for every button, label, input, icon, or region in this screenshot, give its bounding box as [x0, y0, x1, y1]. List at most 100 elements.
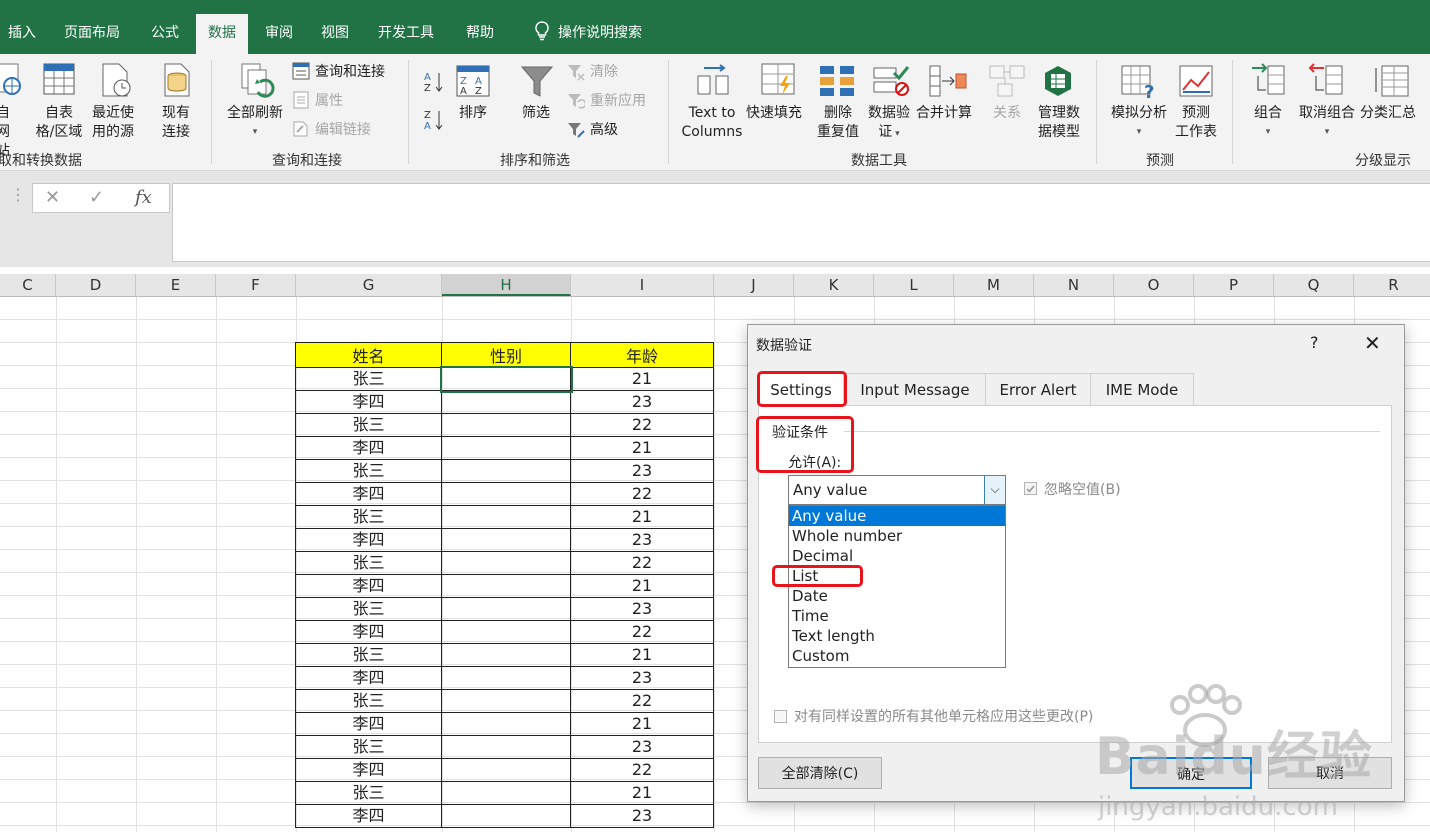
- column-header-m[interactable]: M: [954, 274, 1034, 296]
- properties-button[interactable]: 属性: [315, 91, 343, 111]
- edit-links-button[interactable]: 编辑链接: [315, 120, 371, 140]
- age-cell[interactable]: 22: [570, 620, 714, 644]
- column-header-d[interactable]: D: [56, 274, 136, 296]
- gender-cell[interactable]: [441, 643, 571, 667]
- gender-cell[interactable]: [441, 436, 571, 460]
- column-header-q[interactable]: Q: [1274, 274, 1354, 296]
- name-cell[interactable]: 张三: [295, 597, 442, 621]
- name-cell[interactable]: 李四: [295, 804, 442, 828]
- gender-cell[interactable]: [441, 666, 571, 690]
- age-cell[interactable]: 23: [570, 666, 714, 690]
- clear-button[interactable]: 清除: [590, 62, 618, 82]
- gender-cell[interactable]: [441, 390, 571, 414]
- allow-select[interactable]: Any value ⌵: [788, 475, 1006, 505]
- enter-icon[interactable]: ✓: [89, 187, 104, 208]
- name-cell[interactable]: 李四: [295, 574, 442, 598]
- name-cell[interactable]: 李四: [295, 528, 442, 552]
- close-icon[interactable]: ✕: [1364, 331, 1381, 355]
- name-cell[interactable]: 李四: [295, 758, 442, 782]
- age-cell[interactable]: 22: [570, 758, 714, 782]
- tab-page-layout[interactable]: 页面布局: [52, 14, 132, 54]
- name-cell[interactable]: 张三: [295, 735, 442, 759]
- gender-cell[interactable]: [441, 505, 571, 529]
- tab-ime-mode[interactable]: IME Mode: [1090, 373, 1194, 406]
- name-cell[interactable]: 张三: [295, 505, 442, 529]
- reapply-button[interactable]: 重新应用: [590, 91, 646, 111]
- age-cell[interactable]: 23: [570, 390, 714, 414]
- tab-review[interactable]: 审阅: [253, 14, 305, 54]
- tab-formulas[interactable]: 公式: [139, 14, 191, 54]
- gender-cell[interactable]: [441, 758, 571, 782]
- advanced-button[interactable]: 高级: [590, 120, 618, 140]
- tab-view[interactable]: 视图: [309, 14, 361, 54]
- column-header-f[interactable]: F: [216, 274, 296, 296]
- gender-cell[interactable]: [441, 781, 571, 805]
- refresh-all-button[interactable]: 全部刷新 ▾: [222, 104, 288, 142]
- column-header-i[interactable]: I: [571, 274, 714, 296]
- age-cell[interactable]: 21: [570, 643, 714, 667]
- name-cell[interactable]: 李四: [295, 390, 442, 414]
- age-cell[interactable]: 23: [570, 735, 714, 759]
- name-cell[interactable]: 张三: [295, 689, 442, 713]
- column-header-n[interactable]: N: [1034, 274, 1114, 296]
- ignore-blank-checkbox[interactable]: [1024, 482, 1037, 495]
- header-name[interactable]: 姓名: [295, 342, 442, 368]
- age-cell[interactable]: 21: [570, 436, 714, 460]
- data-validation-button[interactable]: 数据验证 ▾: [864, 104, 914, 144]
- column-header-r[interactable]: R: [1354, 274, 1430, 296]
- gender-cell[interactable]: [441, 620, 571, 644]
- column-header-h[interactable]: H: [442, 274, 571, 296]
- insert-function-icon[interactable]: fx: [135, 187, 152, 208]
- gender-cell[interactable]: [441, 597, 571, 621]
- gender-cell[interactable]: [441, 528, 571, 552]
- age-cell[interactable]: 21: [570, 781, 714, 805]
- age-cell[interactable]: 21: [570, 367, 714, 391]
- column-header-p[interactable]: P: [1194, 274, 1274, 296]
- subtotal-button[interactable]: 分类汇总: [1360, 104, 1424, 123]
- age-cell[interactable]: 21: [570, 712, 714, 736]
- name-cell[interactable]: 张三: [295, 551, 442, 575]
- text-to-columns-button[interactable]: Text to Columns: [678, 104, 746, 142]
- drag-handle-icon[interactable]: ⋮: [10, 185, 26, 204]
- queries-connections-button[interactable]: 查询和连接: [315, 62, 385, 82]
- age-cell[interactable]: 22: [570, 413, 714, 437]
- tab-developer[interactable]: 开发工具: [366, 14, 446, 54]
- sort-button[interactable]: 排序: [452, 104, 494, 123]
- recent-sources-button[interactable]: 最近使 用的源: [88, 104, 138, 142]
- tell-me-search[interactable]: 操作说明搜索: [522, 14, 654, 54]
- group-button[interactable]: 组合 ▾: [1244, 104, 1292, 142]
- tab-data[interactable]: 数据: [196, 14, 248, 54]
- option-decimal[interactable]: Decimal: [789, 546, 1005, 566]
- tab-input-message[interactable]: Input Message: [844, 373, 986, 406]
- age-cell[interactable]: 23: [570, 459, 714, 483]
- gender-cell[interactable]: [439, 365, 573, 393]
- existing-connections-button[interactable]: 现有 连接: [154, 104, 198, 142]
- option-text-length[interactable]: Text length: [789, 626, 1005, 646]
- column-header-j[interactable]: J: [714, 274, 794, 296]
- age-cell[interactable]: 22: [570, 551, 714, 575]
- name-cell[interactable]: 张三: [295, 643, 442, 667]
- consolidate-button[interactable]: 合并计算: [916, 104, 980, 123]
- cancel-icon[interactable]: ✕: [45, 187, 60, 208]
- age-cell[interactable]: 23: [570, 804, 714, 828]
- option-whole-number[interactable]: Whole number: [789, 526, 1005, 546]
- column-header-e[interactable]: E: [136, 274, 216, 296]
- option-time[interactable]: Time: [789, 606, 1005, 626]
- header-gender[interactable]: 性别: [441, 342, 571, 368]
- name-cell[interactable]: 李四: [295, 482, 442, 506]
- manage-data-model-button[interactable]: 管理数 据模型: [1030, 104, 1088, 142]
- from-table-button[interactable]: 自表 格/区域: [30, 104, 88, 142]
- apply-all-checkbox[interactable]: [774, 710, 787, 723]
- column-header-l[interactable]: L: [874, 274, 954, 296]
- tab-help[interactable]: 帮助: [454, 14, 506, 54]
- gender-cell[interactable]: [441, 689, 571, 713]
- column-header-g[interactable]: G: [296, 274, 442, 296]
- column-header-o[interactable]: O: [1114, 274, 1194, 296]
- name-cell[interactable]: 张三: [295, 413, 442, 437]
- what-if-button[interactable]: 模拟分析 ▾: [1104, 104, 1174, 142]
- option-any-value[interactable]: Any value: [789, 506, 1005, 526]
- gender-cell[interactable]: [441, 459, 571, 483]
- name-cell[interactable]: 张三: [295, 781, 442, 805]
- name-cell[interactable]: 张三: [295, 367, 442, 391]
- gender-cell[interactable]: [441, 413, 571, 437]
